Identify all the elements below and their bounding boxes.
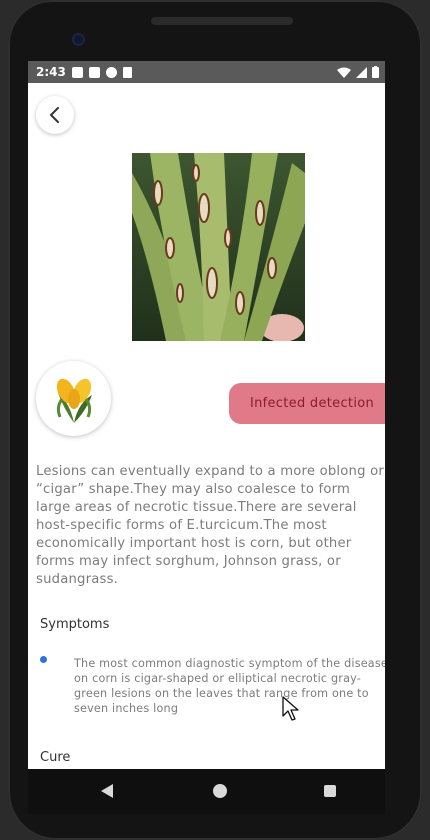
- notification-icon: [88, 66, 100, 78]
- app-screen: 2:43 Infected detection Lesions can even…: [28, 61, 385, 769]
- status-bar: 2:43: [28, 61, 385, 83]
- circle-home-icon[interactable]: [213, 784, 227, 798]
- chevron-left-icon: [50, 107, 59, 123]
- disease-photo: [132, 153, 305, 341]
- notification-icon: [71, 66, 83, 78]
- square-recents-icon[interactable]: [324, 785, 336, 797]
- signal-icon: [356, 66, 367, 78]
- triangle-back-icon[interactable]: [100, 784, 114, 798]
- bullet-icon: [40, 656, 47, 663]
- symptoms-heading: Symptoms: [40, 617, 110, 632]
- speaker-grille: [151, 17, 293, 25]
- cure-heading: Cure: [40, 750, 71, 765]
- status-badge: Infected detection: [229, 383, 385, 424]
- notification-icon: [105, 66, 117, 78]
- back-button[interactable]: [36, 96, 74, 134]
- symptom-item: The most common diagnostic symptom of th…: [74, 657, 385, 715]
- disease-description: Lesions can eventually expand to a more …: [36, 464, 384, 587]
- sd-card-icon: [122, 66, 132, 78]
- status-time: 2:43: [36, 65, 66, 79]
- wifi-icon: [337, 67, 351, 78]
- corn-icon: [56, 378, 92, 423]
- system-nav-bar: [28, 769, 385, 814]
- front-camera: [72, 33, 85, 46]
- mouse-cursor-icon: [282, 696, 299, 721]
- battery-icon: [372, 66, 379, 78]
- plant-avatar: [36, 361, 111, 436]
